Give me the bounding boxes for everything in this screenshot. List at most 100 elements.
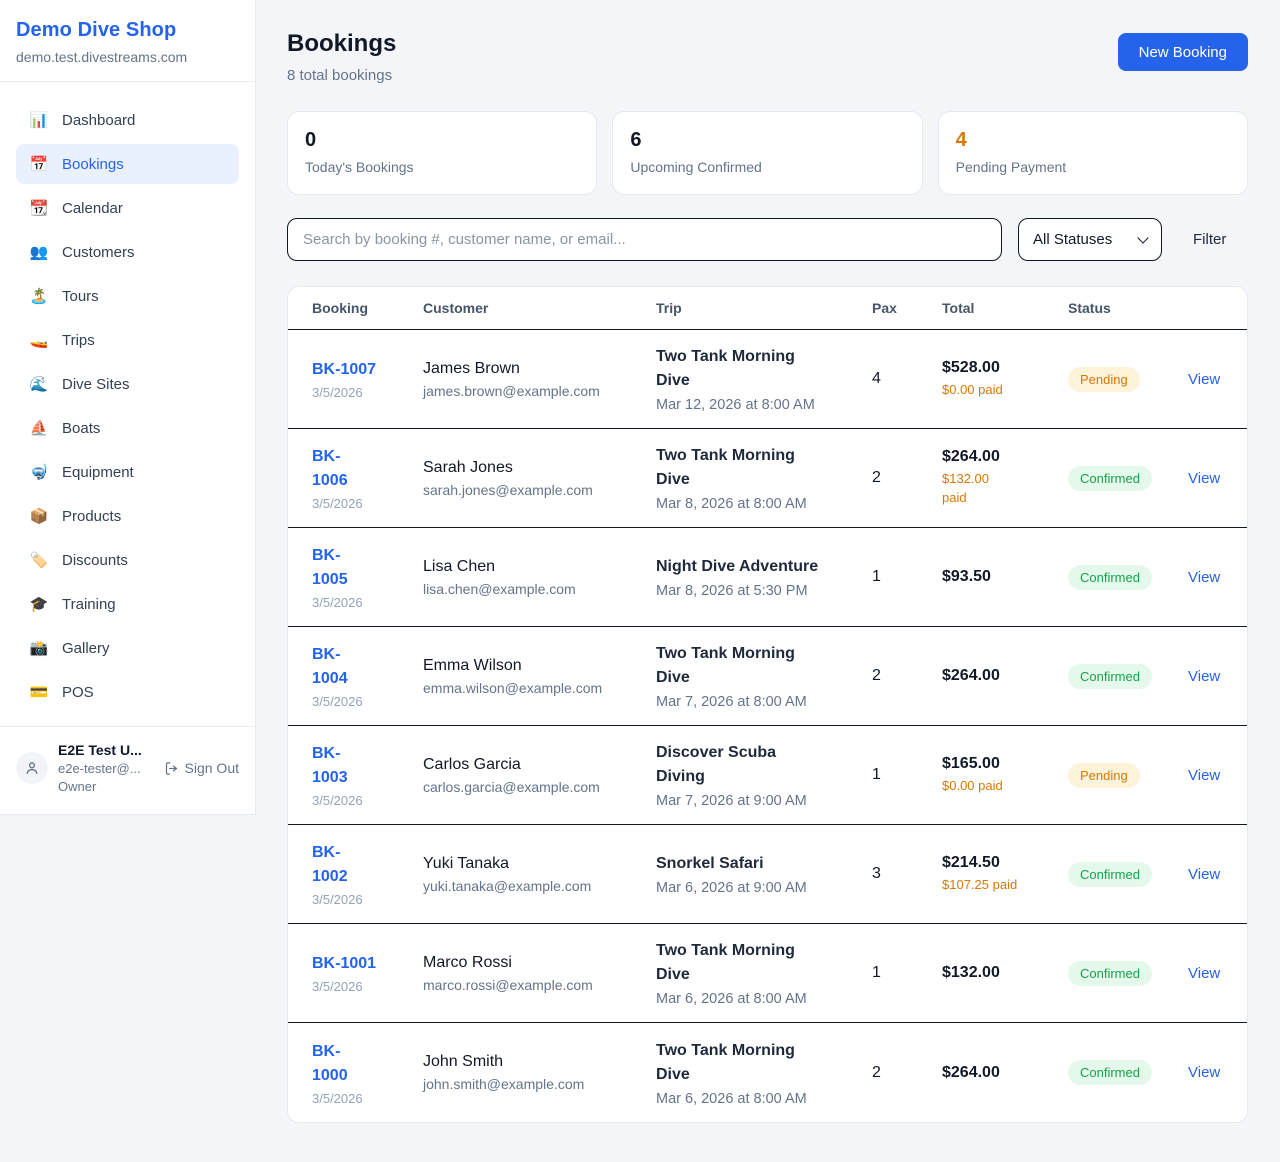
sidebar-nav: 📊 Dashboard 📅 Bookings 📆 Calendar 👥 Cust… — [0, 82, 255, 726]
trips-icon: 🚤 — [29, 331, 49, 349]
sign-out-label: Sign Out — [185, 760, 239, 776]
trip-datetime: Mar 7, 2026 at 9:00 AM — [656, 793, 872, 809]
customer-email: marco.rossi@example.com — [423, 977, 656, 993]
trip-datetime: Mar 7, 2026 at 8:00 AM — [656, 694, 872, 710]
sidebar-item-tours[interactable]: 🏝️ Tours — [16, 276, 239, 316]
status-filter-select[interactable]: All Statuses — [1018, 218, 1162, 261]
pax-count: 1 — [872, 568, 942, 586]
new-booking-button[interactable]: New Booking — [1118, 33, 1248, 71]
sidebar-item-training[interactable]: 🎓 Training — [16, 584, 239, 624]
view-link[interactable]: View — [1188, 1064, 1223, 1081]
paid-amount: $107.25 paid — [942, 876, 1068, 895]
customer-name: Yuki Tanaka — [423, 855, 656, 873]
booking-id-link[interactable]: BK- 1002 — [312, 841, 423, 889]
booking-id-link[interactable]: BK- 1004 — [312, 643, 423, 691]
sidebar-item-gallery[interactable]: 📸 Gallery — [16, 628, 239, 668]
view-link[interactable]: View — [1188, 371, 1223, 388]
table-header-row: Booking Customer Trip Pax Total Status — [288, 287, 1247, 330]
table-row: BK- 1006 3/5/2026 Sarah Jones sarah.jone… — [288, 429, 1247, 528]
user-name: E2E Test U... — [58, 742, 142, 758]
sidebar-item-calendar[interactable]: 📆 Calendar — [16, 188, 239, 228]
customers-icon: 👥 — [29, 243, 49, 261]
shop-domain: demo.test.divestreams.com — [16, 49, 239, 65]
sidebar-item-boats[interactable]: ⛵ Boats — [16, 408, 239, 448]
view-link[interactable]: View — [1188, 767, 1223, 784]
total-amount: $93.50 — [942, 568, 1068, 586]
sidebar-item-pos[interactable]: 💳 POS — [16, 672, 239, 712]
booking-date: 3/5/2026 — [312, 1091, 423, 1106]
filter-button[interactable]: Filter — [1193, 231, 1226, 248]
pax-count: 1 — [872, 766, 942, 784]
page-title: Bookings — [287, 30, 396, 58]
user-meta: E2E Test U... e2e-tester@... Owner — [58, 742, 142, 794]
main-content: Bookings 8 total bookings New Booking 0T… — [256, 0, 1280, 1123]
customer-name: Marco Rossi — [423, 954, 656, 972]
gallery-icon: 📸 — [29, 639, 49, 657]
status-select-wrap: All Statuses — [1018, 218, 1162, 261]
booking-id-link[interactable]: BK- 1003 — [312, 742, 423, 790]
boats-icon: ⛵ — [29, 419, 49, 437]
booking-id-link[interactable]: BK-1001 — [312, 952, 423, 976]
pax-count: 2 — [872, 1064, 942, 1082]
sidebar-item-bookings[interactable]: 📅 Bookings — [16, 144, 239, 184]
table-row: BK- 1003 3/5/2026 Carlos Garcia carlos.g… — [288, 726, 1247, 825]
pax-count: 2 — [872, 667, 942, 685]
sidebar: Demo Dive Shop demo.test.divestreams.com… — [0, 0, 256, 815]
view-link[interactable]: View — [1188, 569, 1223, 586]
paid-amount: $132.00 paid — [942, 470, 1068, 508]
user-role: Owner — [58, 779, 142, 794]
trip-datetime: Mar 6, 2026 at 9:00 AM — [656, 880, 872, 896]
sidebar-item-products[interactable]: 📦 Products — [16, 496, 239, 536]
stat-value: 4 — [956, 129, 1230, 152]
sign-out-button[interactable]: Sign Out — [164, 760, 239, 776]
bookings-icon: 📅 — [29, 155, 49, 173]
customer-email: john.smith@example.com — [423, 1076, 656, 1092]
booking-date: 3/5/2026 — [312, 979, 423, 994]
status-badge: Pending — [1068, 763, 1140, 788]
booking-date: 3/5/2026 — [312, 694, 423, 709]
status-badge: Confirmed — [1068, 862, 1152, 887]
sidebar-item-discounts[interactable]: 🏷️ Discounts — [16, 540, 239, 580]
booking-id-link[interactable]: BK-1007 — [312, 358, 423, 382]
booking-id-link[interactable]: BK- 1000 — [312, 1040, 423, 1088]
customer-name: Emma Wilson — [423, 657, 656, 675]
status-badge: Pending — [1068, 367, 1140, 392]
booking-id-link[interactable]: BK- 1005 — [312, 544, 423, 592]
trip-name: Discover Scuba Diving — [656, 741, 872, 789]
pax-count: 4 — [872, 370, 942, 388]
avatar — [16, 752, 48, 784]
trip-name: Two Tank Morning Dive — [656, 642, 872, 690]
sidebar-item-trips[interactable]: 🚤 Trips — [16, 320, 239, 360]
stat-card-0: 0Today's Bookings — [287, 111, 597, 195]
view-link[interactable]: View — [1188, 470, 1223, 487]
stat-card-1: 6Upcoming Confirmed — [612, 111, 922, 195]
booking-id-link[interactable]: BK- 1006 — [312, 445, 423, 493]
logout-icon — [164, 761, 179, 776]
sidebar-item-equipment[interactable]: 🤿 Equipment — [16, 452, 239, 492]
sidebar-item-dashboard[interactable]: 📊 Dashboard — [16, 100, 239, 140]
sidebar-item-dive-sites[interactable]: 🌊 Dive Sites — [16, 364, 239, 404]
trip-datetime: Mar 6, 2026 at 8:00 AM — [656, 1091, 872, 1107]
calendar-icon: 📆 — [29, 199, 49, 217]
page-header: Bookings 8 total bookings New Booking — [287, 30, 1248, 84]
total-amount: $132.00 — [942, 964, 1068, 982]
search-input[interactable] — [287, 218, 1002, 261]
total-amount: $528.00 — [942, 359, 1068, 377]
view-link[interactable]: View — [1188, 965, 1223, 982]
bookings-table: Booking Customer Trip Pax Total Status B… — [287, 286, 1248, 1123]
view-link[interactable]: View — [1188, 866, 1223, 883]
sidebar-item-customers[interactable]: 👥 Customers — [16, 232, 239, 272]
tours-icon: 🏝️ — [29, 287, 49, 305]
column-header-pax: Pax — [872, 300, 942, 316]
trip-name: Two Tank Morning Dive — [656, 444, 872, 492]
trip-name: Two Tank Morning Dive — [656, 939, 872, 987]
status-badge: Confirmed — [1068, 466, 1152, 491]
stat-label: Today's Bookings — [305, 159, 579, 175]
trip-name: Two Tank Morning Dive — [656, 1039, 872, 1087]
sidebar-header: Demo Dive Shop demo.test.divestreams.com — [0, 0, 255, 82]
view-link[interactable]: View — [1188, 668, 1223, 685]
trip-datetime: Mar 8, 2026 at 5:30 PM — [656, 583, 872, 599]
equipment-icon: 🤿 — [29, 463, 49, 481]
dashboard-icon: 📊 — [29, 111, 49, 129]
customer-email: yuki.tanaka@example.com — [423, 878, 656, 894]
